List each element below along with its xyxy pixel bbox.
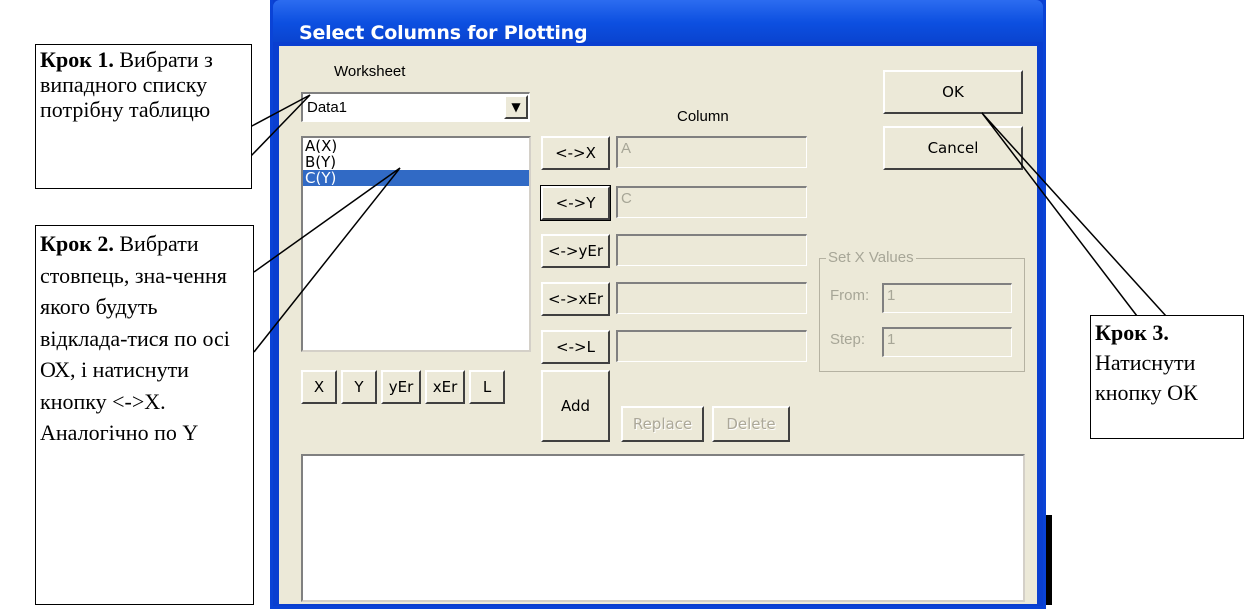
- assign-label-label: <->L: [556, 338, 595, 356]
- replace-button[interactable]: Replace: [621, 406, 704, 442]
- from-value: 1: [887, 287, 896, 304]
- type-x-button[interactable]: X: [301, 370, 337, 404]
- dialog-title: Select Columns for Plotting: [299, 22, 588, 44]
- set-x-values-title: Set X Values: [826, 249, 916, 266]
- type-label-label: L: [482, 378, 492, 396]
- xerr-column-field: [616, 282, 807, 314]
- select-columns-dialog: Select Columns for Plotting Worksheet Da…: [270, 0, 1046, 609]
- worksheet-select[interactable]: Data1 ▼: [301, 92, 530, 122]
- list-item[interactable]: A(X): [303, 138, 529, 154]
- assign-x-button[interactable]: <->X: [541, 136, 610, 170]
- dialog-client-area: Worksheet Data1 ▼ A(X) B(Y) C(Y) Column …: [279, 46, 1037, 604]
- step-field: 1: [882, 327, 1012, 357]
- step3-callout: Крок 3. Натиснути кнопку ОК: [1090, 315, 1244, 439]
- label-column-field: [616, 330, 807, 362]
- cancel-label: Cancel: [927, 139, 979, 157]
- chevron-down-icon: ▼: [511, 100, 521, 114]
- assign-xerr-button[interactable]: <->xEr: [541, 282, 610, 316]
- set-x-values-group: Set X Values From: 1 Step: 1: [819, 249, 1025, 372]
- delete-button[interactable]: Delete: [712, 406, 790, 442]
- assign-yerr-label: <->yEr: [547, 242, 604, 260]
- assign-xerr-label: <->xEr: [547, 290, 604, 308]
- ok-button[interactable]: OK: [883, 70, 1023, 114]
- type-y-label: Y: [354, 378, 364, 396]
- list-item-selected[interactable]: C(Y): [303, 170, 529, 186]
- delete-label: Delete: [726, 415, 776, 433]
- type-y-button[interactable]: Y: [341, 370, 377, 404]
- step-value: 1: [887, 331, 896, 348]
- add-label: Add: [560, 397, 591, 415]
- x-column-field: A: [616, 136, 807, 168]
- add-button[interactable]: Add: [541, 370, 610, 442]
- type-label-button[interactable]: L: [469, 370, 505, 404]
- type-yerr-button[interactable]: yEr: [381, 370, 421, 404]
- assign-x-label: <->X: [555, 144, 596, 162]
- title-bar[interactable]: Select Columns for Plotting: [273, 0, 1043, 44]
- yerr-column-field: [616, 234, 807, 266]
- step3-title: Крок 3.: [1095, 320, 1169, 345]
- y-column-field: C: [616, 186, 807, 218]
- assign-label-button[interactable]: <->L: [541, 330, 610, 364]
- type-xerr-label: xEr: [432, 378, 458, 396]
- step3-text: Натиснути кнопку ОК: [1095, 350, 1198, 405]
- worksheet-select-value: Data1: [307, 99, 348, 116]
- step-label: Step:: [830, 331, 866, 348]
- cancel-button[interactable]: Cancel: [883, 126, 1023, 170]
- type-yerr-label: yEr: [388, 378, 414, 396]
- assign-y-button[interactable]: <->Y: [540, 185, 611, 221]
- step2-title: Крок 2.: [40, 231, 114, 256]
- step1-callout: Крок 1. Вибрати з випадного списку потрі…: [35, 44, 252, 189]
- from-field: 1: [882, 283, 1012, 313]
- dropdown-button[interactable]: ▼: [504, 95, 528, 119]
- ok-label: OK: [942, 83, 964, 101]
- type-xerr-button[interactable]: xEr: [425, 370, 465, 404]
- assign-y-label: <->Y: [555, 194, 596, 212]
- y-column-value: C: [621, 190, 632, 207]
- column-label: Column: [677, 108, 729, 125]
- assign-yerr-button[interactable]: <->yEr: [541, 234, 610, 268]
- step2-text: Вибрати стовпець, зна-чення якого будуть…: [40, 231, 230, 445]
- step1-title: Крок 1.: [40, 47, 114, 72]
- step2-callout: Крок 2. Вибрати стовпець, зна-чення яког…: [35, 225, 254, 605]
- x-column-value: A: [621, 140, 632, 157]
- type-x-label: X: [313, 378, 325, 396]
- replace-label: Replace: [632, 415, 693, 433]
- from-label: From:: [830, 287, 870, 304]
- list-item[interactable]: B(Y): [303, 154, 529, 170]
- worksheet-label: Worksheet: [334, 63, 406, 80]
- columns-listbox[interactable]: A(X) B(Y) C(Y): [301, 136, 531, 352]
- plot-list-textarea[interactable]: [301, 454, 1025, 602]
